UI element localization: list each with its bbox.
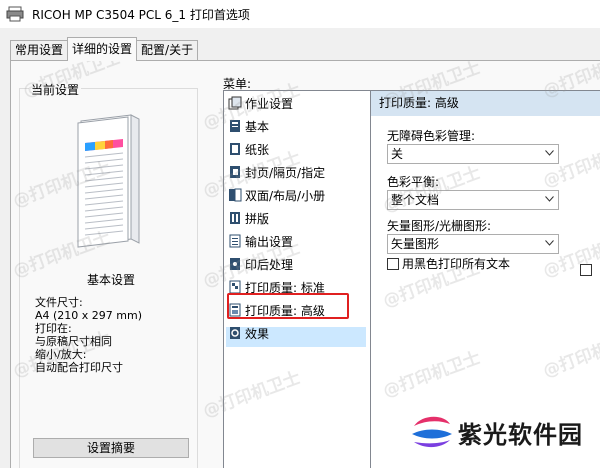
chevron-down-icon xyxy=(545,240,554,246)
secondary-checkbox[interactable] xyxy=(580,264,592,276)
menu-list[interactable]: 作业设置 基本 纸张 封页/隔页/指定 双面/布局/小册 拼版 输出设置 印后处… xyxy=(223,90,371,468)
vector-raster-dropdown[interactable]: 矢量图形 xyxy=(387,234,559,254)
black-text-option[interactable]: 用黑色打印所有文本 xyxy=(387,255,510,272)
duplex-icon xyxy=(229,188,242,202)
title-bar: RICOH MP C3504 PCL 6_1 打印首选项 xyxy=(0,0,600,28)
basic-icon xyxy=(230,120,240,132)
document-preview-icon xyxy=(77,114,140,248)
print-on-label: 打印在: xyxy=(35,322,72,335)
printer-icon xyxy=(6,6,24,22)
color-balance-dropdown[interactable]: 整个文档 xyxy=(387,190,559,210)
cover-icon xyxy=(230,166,240,178)
file-size-label: 文件尺寸: xyxy=(35,296,83,309)
chevron-down-icon xyxy=(545,196,554,202)
color-management-label: 无障碍色彩管理: xyxy=(387,129,476,143)
scale-value: 自动配合打印尺寸 xyxy=(35,361,123,374)
menu-item-basic[interactable]: 基本 xyxy=(228,116,269,136)
job-settings-icon xyxy=(228,96,242,110)
tab-common-settings[interactable]: 常用设置 xyxy=(10,40,69,60)
tab-detailed-settings[interactable]: 详细的设置 xyxy=(67,37,138,61)
menu-item-duplex[interactable]: 双面/布局/小册 xyxy=(228,185,325,205)
chevron-down-icon xyxy=(545,150,554,156)
imposition-icon xyxy=(230,212,240,224)
menu-item-job-settings[interactable]: 作业设置 xyxy=(228,93,293,113)
settings-summary-button[interactable]: 设置摘要 xyxy=(33,438,189,458)
finishing-icon xyxy=(230,258,240,270)
selection-annotation-box xyxy=(227,293,349,319)
basic-settings-label: 基本设置 xyxy=(86,273,135,287)
color-balance-label: 色彩平衡: xyxy=(387,175,440,189)
menu-item-cover[interactable]: 封页/隔页/指定 xyxy=(228,162,325,182)
brand-watermark: 紫光软件园 xyxy=(408,412,583,452)
effects-icon xyxy=(230,327,240,339)
quality-standard-icon xyxy=(229,280,241,294)
color-management-dropdown[interactable]: 关 xyxy=(387,144,559,164)
brand-name: 紫光软件园 xyxy=(458,420,583,449)
print-on-value: 与原稿尺寸相同 xyxy=(35,335,112,348)
file-size-value: A4 (210 x 297 mm) xyxy=(35,309,143,322)
vector-raster-label: 矢量图形/光栅图形: xyxy=(387,219,492,233)
scale-label: 缩小/放大: xyxy=(35,348,87,361)
tab-config-about[interactable]: 配置/关于 xyxy=(136,40,199,60)
paper-icon xyxy=(230,143,240,155)
window-title: RICOH MP C3504 PCL 6_1 打印首选项 xyxy=(32,7,250,22)
menu-item-paper[interactable]: 纸张 xyxy=(228,139,269,159)
menu-item-effects[interactable]: 效果 xyxy=(228,323,269,343)
black-text-checkbox[interactable] xyxy=(387,257,399,270)
menu-item-finishing[interactable]: 印后处理 xyxy=(228,254,293,274)
tab-content-panel: 当前设置 基本设置 文件尺寸: A4 (210 x 297 mm) 打印在: 与… xyxy=(10,60,600,468)
current-settings-title: 当前设置 xyxy=(29,81,82,98)
brand-logo-icon xyxy=(412,416,452,448)
menu-item-output[interactable]: 输出设置 xyxy=(228,231,293,251)
tab-strip: 常用设置 详细的设置 配置/关于 xyxy=(10,37,199,61)
panel-header: 打印质量: 高级 xyxy=(371,91,600,116)
menu-item-imposition[interactable]: 拼版 xyxy=(228,208,269,228)
output-icon xyxy=(229,234,241,248)
